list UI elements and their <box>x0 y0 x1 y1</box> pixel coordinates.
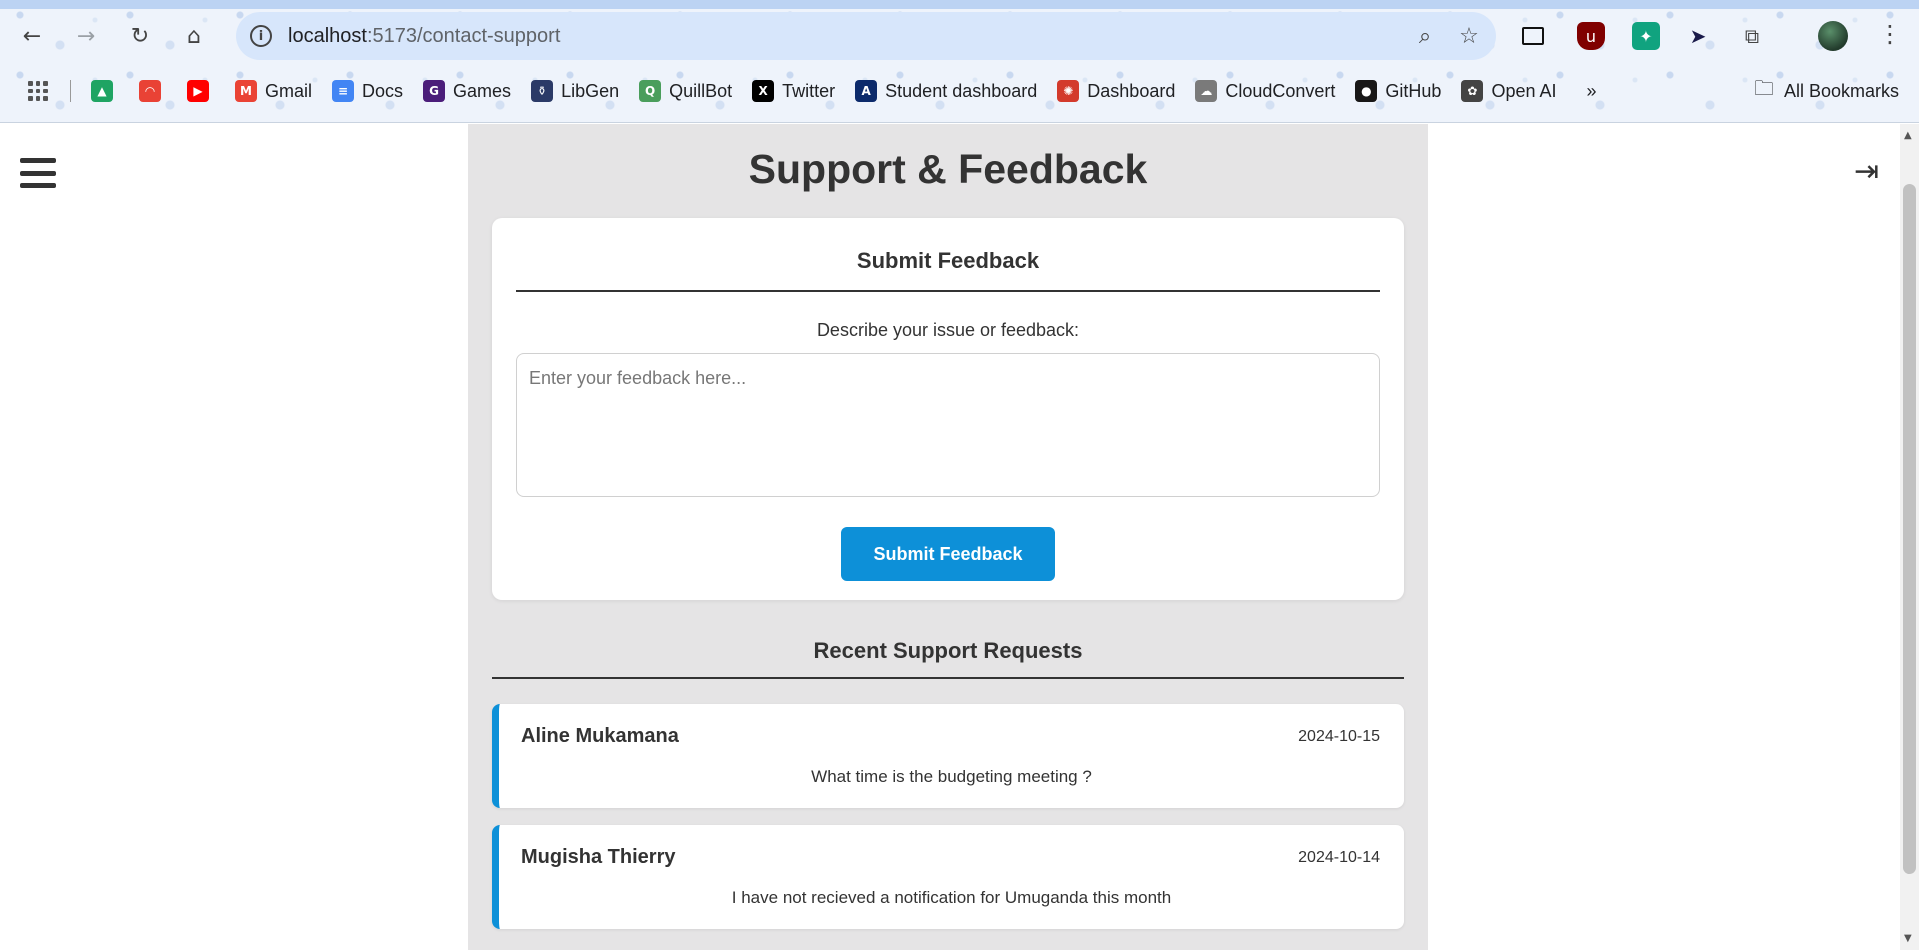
canvas-icon: ✺ <box>1057 80 1080 102</box>
bookmark-item[interactable]: ● GitHub <box>1355 80 1441 102</box>
more-bookmarks-label: » <box>1586 80 1597 101</box>
bookmark-label: LibGen <box>561 80 620 101</box>
cloudconvert-icon: ☁ <box>1195 80 1218 102</box>
cursor-extension-icon[interactable]: ➤ <box>1684 22 1712 50</box>
bookmarks-bar: ▲ ◠ ▶ M Gmail ≡ Docs G Games ⚱ LibGen Q QuillBot X Twi… <box>0 76 1919 106</box>
profile-avatar[interactable] <box>1818 21 1848 51</box>
request-name: Aline Mukamana <box>521 725 679 747</box>
bookmark-item[interactable]: ▶ <box>187 80 217 102</box>
extensions-puzzle-icon[interactable]: ⧉ <box>1738 22 1766 50</box>
request-date: 2024-10-15 <box>1298 728 1380 745</box>
recent-divider <box>492 677 1404 679</box>
bookmark-label: Games <box>453 80 512 101</box>
bookmark-item[interactable]: ✿ Open AI <box>1461 80 1557 102</box>
bookmarks-separator <box>70 80 71 102</box>
bookmark-label: QuillBot <box>669 80 733 101</box>
feedback-textarea[interactable] <box>516 353 1380 497</box>
back-icon[interactable]: ← <box>16 20 48 52</box>
submit-feedback-button[interactable]: Submit Feedback <box>841 527 1055 581</box>
bookmark-label: Docs <box>362 80 404 101</box>
feedback-form-card: Submit Feedback Describe your issue or f… <box>492 218 1404 600</box>
support-request-card: Aline Mukamana 2024-10-15 What time is t… <box>492 704 1404 808</box>
page-viewport: ⇥ Support & Feedback Submit Feedback Des… <box>0 124 1919 950</box>
quillbot-icon: Q <box>639 80 662 102</box>
support-request-card: Mugisha Thierry 2024-10-14 I have not re… <box>492 825 1404 929</box>
more-bookmarks-button[interactable]: » <box>1587 81 1597 102</box>
all-bookmarks-button[interactable]: 🗀 All Bookmarks <box>1754 76 1899 106</box>
request-name: Mugisha Thierry <box>521 846 676 868</box>
browser-menu-icon[interactable]: ⋮ <box>1878 20 1902 48</box>
request-message: I have not recieved a notification for U… <box>731 888 1172 907</box>
forward-icon[interactable]: → <box>70 20 102 52</box>
bookmark-item[interactable]: ☁ CloudConvert <box>1195 80 1335 102</box>
google-drive-icon: ▲ <box>91 80 113 102</box>
bookmark-label: Twitter <box>782 80 836 101</box>
youtube-icon: ▶ <box>187 80 209 102</box>
bookmark-star-icon[interactable]: ☆ <box>1452 19 1486 53</box>
scrollbar-thumb[interactable] <box>1903 184 1916 874</box>
apps-grid-icon[interactable] <box>28 81 48 101</box>
chatgpt-extension-icon[interactable]: ✦ <box>1632 22 1660 50</box>
student-dashboard-icon: A <box>855 80 878 102</box>
bookmark-item[interactable]: ▲ <box>91 80 121 102</box>
bookmark-item[interactable]: X Twitter <box>752 80 835 102</box>
bookmark-item[interactable]: M Gmail <box>235 80 312 102</box>
bookmark-label: Gmail <box>265 80 313 101</box>
url-text[interactable]: localhost:5173/contact-support <box>288 25 1408 48</box>
x-icon: X <box>752 80 775 102</box>
bookmark-list: ▲ ◠ ▶ M Gmail ≡ Docs G Games ⚱ LibGen Q QuillBot X Twi… <box>91 80 1577 102</box>
url-path: :5173/contact-support <box>366 24 561 47</box>
picture-in-picture-icon[interactable] <box>1522 27 1544 45</box>
all-bookmarks-label: All Bookmarks <box>1783 80 1899 101</box>
rainbow-icon: ◠ <box>139 80 161 102</box>
games-icon: G <box>423 80 446 102</box>
bookmark-item[interactable]: Q QuillBot <box>639 80 732 102</box>
gmail-icon: M <box>235 80 257 102</box>
bookmark-label: Student dashboard <box>885 80 1038 101</box>
bookmark-label: CloudConvert <box>1225 80 1336 101</box>
hamburger-menu-icon[interactable] <box>20 158 56 188</box>
form-title: Submit Feedback <box>856 248 1040 273</box>
home-icon[interactable]: ⌂ <box>178 20 210 52</box>
request-message: What time is the budgeting meeting ? <box>811 767 1092 786</box>
support-panel: Support & Feedback Submit Feedback Descr… <box>468 124 1428 950</box>
browser-chrome: ← → ↻ ⌂ i localhost:5173/contact-support… <box>0 0 1919 123</box>
site-info-icon[interactable]: i <box>250 25 272 47</box>
reload-icon[interactable]: ↻ <box>124 20 156 52</box>
url-host: localhost <box>288 24 367 47</box>
page-title: Support & Feedback <box>748 146 1148 192</box>
bookmark-item[interactable]: G Games <box>423 80 511 102</box>
bookmark-item[interactable]: ◠ <box>139 80 169 102</box>
github-icon: ● <box>1355 80 1378 102</box>
ublock-icon[interactable]: u <box>1577 22 1605 50</box>
folder-icon: 🗀 <box>1753 76 1774 100</box>
form-divider <box>516 290 1380 292</box>
bookmark-label: Dashboard <box>1087 80 1176 101</box>
scroll-up-arrow-icon[interactable]: ▲ <box>1904 130 1912 141</box>
bookmark-item[interactable]: ≡ Docs <box>332 80 403 102</box>
vertical-scrollbar[interactable]: ▲ ▼ <box>1900 124 1919 950</box>
bookmark-item[interactable]: ⚱ LibGen <box>531 80 619 102</box>
libgen-icon: ⚱ <box>531 80 554 102</box>
tab-strip <box>0 0 1919 9</box>
feedback-label: Describe your issue or feedback: <box>816 320 1080 340</box>
request-date: 2024-10-14 <box>1298 849 1380 866</box>
logout-icon[interactable]: ⇥ <box>1854 154 1879 189</box>
address-bar[interactable]: i localhost:5173/contact-support ⌕ ☆ <box>236 12 1496 60</box>
bookmark-item[interactable]: A Student dashboard <box>855 80 1037 102</box>
bookmark-item[interactable]: ✺ Dashboard <box>1057 80 1175 102</box>
recent-requests-title: Recent Support Requests <box>813 638 1083 663</box>
zoom-icon[interactable]: ⌕ <box>1408 19 1442 53</box>
scroll-down-arrow-icon[interactable]: ▼ <box>1904 933 1912 944</box>
openai-icon: ✿ <box>1461 80 1484 102</box>
bookmark-label: Open AI <box>1491 80 1557 101</box>
bookmark-label: GitHub <box>1385 80 1442 101</box>
docs-icon: ≡ <box>332 80 355 102</box>
